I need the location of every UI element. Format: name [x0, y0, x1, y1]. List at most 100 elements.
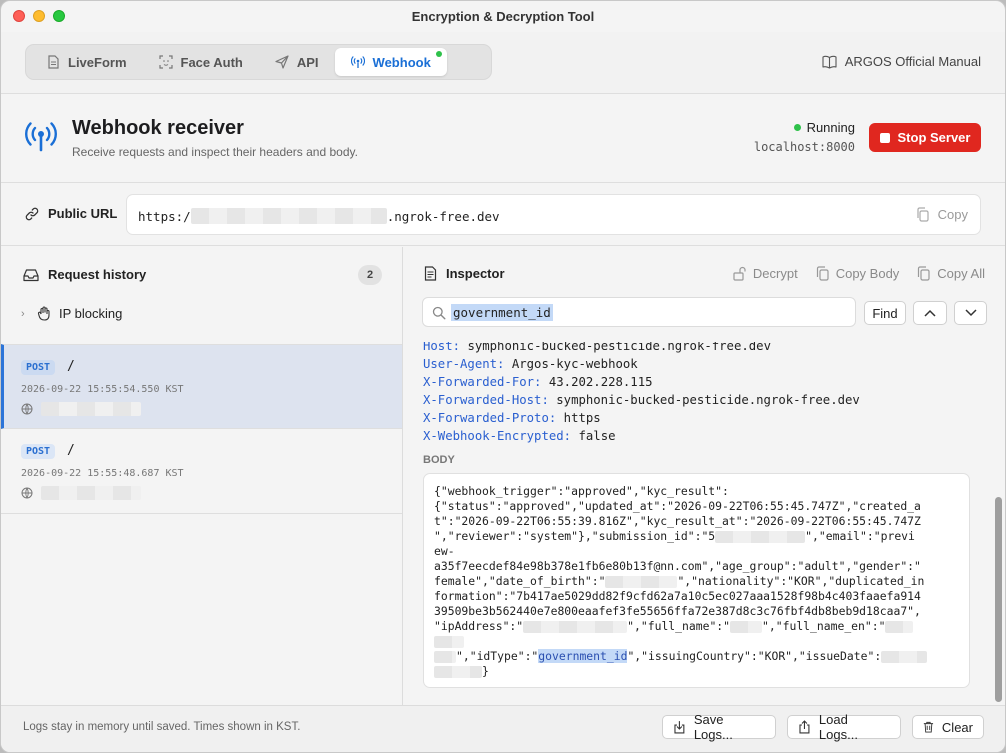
page-title: Webhook receiver — [72, 117, 244, 139]
clear-button[interactable]: Clear — [912, 715, 984, 739]
paper-plane-icon — [275, 55, 289, 69]
header-row: Host: symphonic-bucked-pesticide.ngrok-f… — [423, 342, 771, 353]
copy-icon — [917, 207, 929, 222]
trash-icon — [923, 721, 934, 733]
request-body[interactable]: {"webhook_trigger":"approved","kyc_resul… — [423, 473, 970, 688]
tab-label: API — [296, 54, 319, 70]
copy-icon — [816, 266, 829, 281]
tab-api[interactable]: API — [259, 48, 335, 76]
redacted-segment — [434, 665, 482, 678]
tab-webhook[interactable]: Webhook — [334, 48, 447, 76]
history-count-badge: 2 — [358, 265, 382, 285]
public-url-label: Public URL — [25, 206, 117, 221]
header-row: X-Webhook-Encrypted: false — [423, 429, 616, 443]
redacted-ip — [41, 402, 141, 416]
search-icon — [432, 306, 446, 320]
redacted-segment — [730, 620, 763, 633]
window-title: Encryption & Decryption Tool — [411, 9, 595, 24]
redacted-segment — [434, 650, 456, 663]
stop-label: Stop Server — [897, 130, 971, 145]
request-path: / — [67, 359, 75, 374]
copy-url-button[interactable]: Copy — [916, 207, 968, 222]
copy-icon — [918, 266, 930, 281]
chevron-down-icon — [964, 309, 977, 317]
inspector-actions: Decrypt Copy Body Copy All — [733, 266, 985, 281]
request-history-panel: Request history 2 › IP blocking POST / 2… — [1, 247, 403, 705]
manual-label: ARGOS Official Manual — [844, 54, 981, 69]
find-button[interactable]: Find — [864, 301, 906, 325]
redacted-segment — [715, 530, 806, 543]
tab-liveform[interactable]: LiveForm — [30, 48, 143, 76]
body-text: {"webhook_trigger":"approved","kyc_resul… — [434, 484, 962, 679]
stop-icon — [879, 132, 890, 143]
request-headers: Host: symphonic-bucked-pesticide.ngrok-f… — [423, 342, 860, 445]
minimize-window-button[interactable] — [33, 10, 45, 22]
document-icon — [48, 55, 59, 69]
copy-all-button[interactable]: Copy All — [917, 266, 985, 281]
redacted-segment — [190, 208, 387, 224]
server-status: Running — [793, 120, 855, 135]
link-icon — [25, 207, 39, 220]
request-path: / — [67, 443, 75, 458]
save-logs-button[interactable]: Save Logs... — [662, 712, 776, 742]
inspector-scrollbar[interactable] — [995, 497, 1002, 702]
app-window: Encryption & Decryption Tool LiveForm Fa… — [0, 0, 1006, 753]
tab-face-auth[interactable]: Face Auth — [143, 48, 259, 76]
request-list-item[interactable]: POST / 2026-09-22 15:55:48.687 KST — [1, 429, 402, 514]
antenna-icon — [25, 122, 57, 152]
header-row: X-Forwarded-For: 43.202.228.115 — [423, 375, 653, 389]
copy-body-button[interactable]: Copy Body — [816, 266, 899, 281]
public-url-bar: Public URL https:/ .ngrok-free.dev Copy — [1, 184, 1005, 246]
window-controls — [13, 10, 65, 22]
save-icon — [674, 721, 685, 734]
method-badge: POST — [21, 444, 56, 459]
manual-link[interactable]: ARGOS Official Manual — [822, 54, 981, 69]
tab-label: Face Auth — [180, 54, 243, 70]
close-window-button[interactable] — [13, 10, 25, 22]
request-list-item[interactable]: POST / 2026-09-22 15:55:54.550 KST — [1, 344, 402, 429]
body-section-label: BODY — [423, 454, 455, 466]
page-subtitle: Receive requests and inspect their heade… — [72, 145, 358, 159]
redacted-segment — [881, 650, 928, 663]
header-row: X-Forwarded-Proto: https — [423, 411, 601, 425]
search-value: government_id — [451, 304, 553, 321]
next-match-button[interactable] — [954, 301, 987, 325]
chevron-up-icon — [924, 309, 936, 317]
redacted-segment — [523, 620, 628, 633]
redacted-segment — [434, 635, 464, 648]
mode-tabs: LiveForm Face Auth API Webhook — [25, 44, 492, 80]
header-row: User-Agent: Argos-kyc-webhook — [423, 357, 638, 371]
public-url-value: https:/ .ngrok-free.dev — [138, 208, 500, 224]
header-row: X-Forwarded-Host: symphonic-bucked-pesti… — [423, 393, 860, 407]
ip-blocking-disclosure[interactable]: › IP blocking — [21, 306, 122, 321]
previous-match-button[interactable] — [913, 301, 947, 325]
tab-label: Webhook — [372, 54, 431, 70]
active-indicator-dot — [435, 51, 442, 57]
upload-icon — [799, 720, 810, 734]
redacted-ip — [41, 486, 141, 500]
toolbar: LiveForm Face Auth API Webhook ARGOS Off… — [1, 32, 1005, 94]
globe-icon — [21, 487, 33, 499]
hand-icon — [37, 306, 50, 321]
zoom-window-button[interactable] — [53, 10, 65, 22]
status-label: Running — [806, 120, 855, 135]
footer-bar: Logs stay in memory until saved. Times s… — [1, 705, 1005, 752]
public-url-field[interactable]: https:/ .ngrok-free.dev Copy — [126, 194, 981, 235]
stop-server-button[interactable]: Stop Server — [869, 123, 981, 152]
inspector-panel: Inspector Decrypt Copy Body Copy All gov… — [404, 247, 1005, 705]
inspector-content: Host: symphonic-bucked-pesticide.ngrok-f… — [404, 342, 1000, 705]
search-input[interactable]: government_id — [422, 297, 856, 327]
tab-label: LiveForm — [68, 54, 127, 70]
chevron-right-icon: › — [21, 307, 25, 320]
decrypt-button[interactable]: Decrypt — [733, 266, 798, 281]
status-dot — [793, 124, 801, 131]
book-icon — [822, 55, 837, 69]
unlock-icon — [733, 266, 746, 281]
inspector-header: Inspector — [424, 266, 505, 281]
tray-icon — [23, 268, 39, 281]
load-logs-button[interactable]: Load Logs... — [787, 712, 901, 742]
antenna-icon — [350, 56, 365, 68]
server-host: localhost:8000 — [753, 140, 855, 154]
page-header: Webhook receiver Receive requests and in… — [1, 95, 1005, 183]
face-scan-icon — [158, 55, 173, 69]
